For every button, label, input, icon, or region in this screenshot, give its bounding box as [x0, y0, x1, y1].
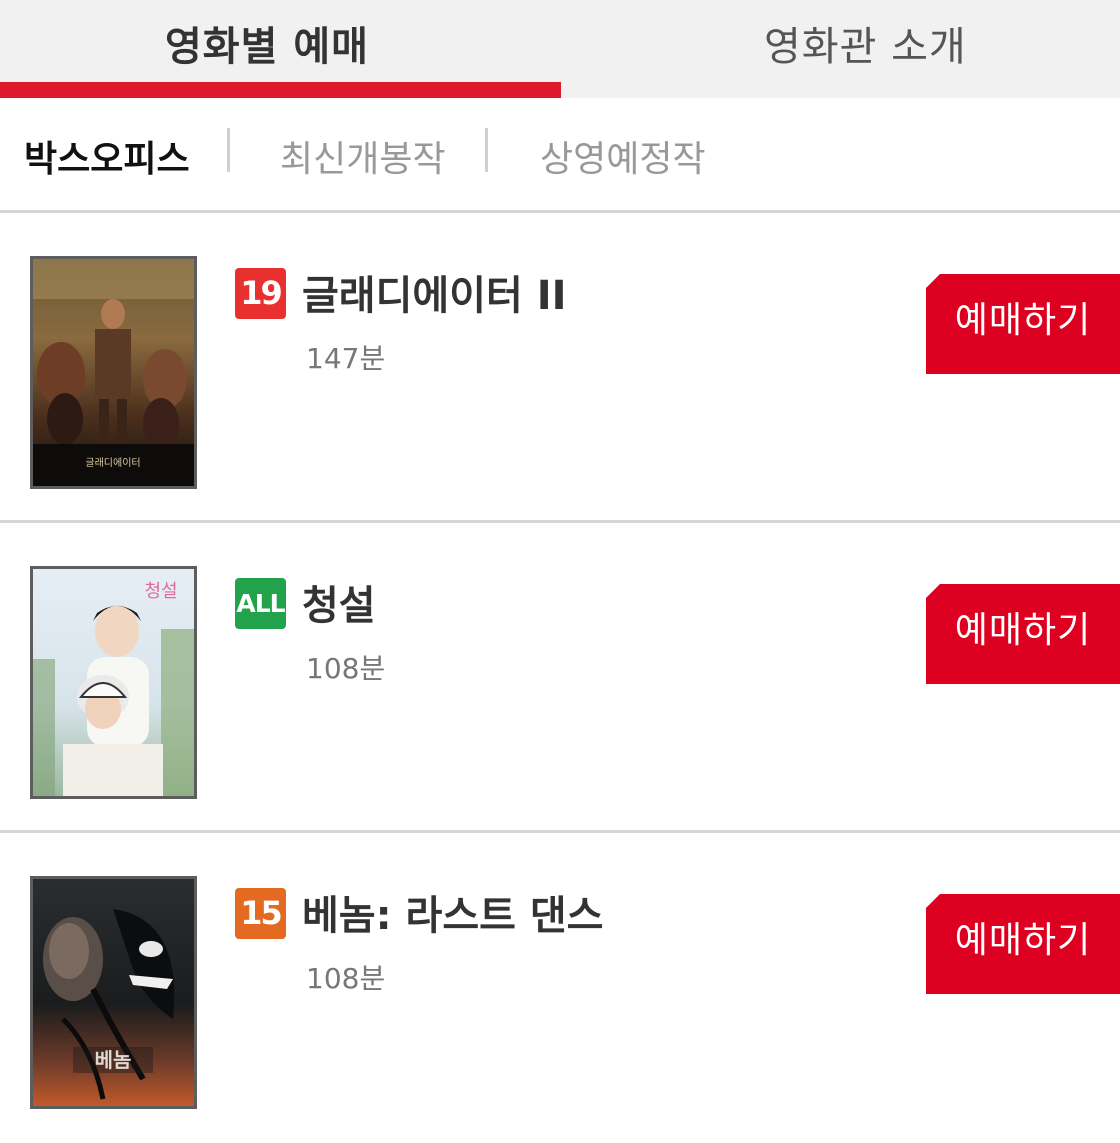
movie-duration: 108분 — [306, 962, 386, 995]
tab-by-movie-label: 영화별 예매 — [165, 24, 369, 70]
poster-title-text: 청설 — [144, 581, 177, 602]
book-button[interactable]: 예매하기 — [926, 894, 1120, 994]
movie-duration: 108분 — [306, 652, 386, 685]
subtab-upcoming[interactable]: 상영예정작 — [540, 130, 706, 182]
active-tab-indicator — [0, 82, 561, 98]
poster-title-text: 글래디에이터 — [85, 457, 140, 469]
subtab-separator — [227, 128, 230, 172]
subtab-box-office[interactable]: 박스오피스 — [24, 130, 190, 182]
book-button[interactable]: 예매하기 — [926, 584, 1120, 684]
age-rating-badge: 19 — [235, 268, 286, 319]
movie-poster[interactable]: 글래디에이터 — [30, 256, 197, 489]
age-rating-badge: 15 — [235, 888, 286, 939]
book-button[interactable]: 예매하기 — [926, 274, 1120, 374]
movie-poster[interactable]: 베놈 — [30, 876, 197, 1109]
tab-theater-intro[interactable]: 영화관 소개 — [560, 0, 1120, 98]
subtab-separator — [485, 128, 488, 172]
poster-venom-image: 베놈 — [33, 879, 194, 1106]
tab-theater-intro-label: 영화관 소개 — [764, 24, 967, 70]
top-tab-bar: 영화별 예매 영화관 소개 — [0, 0, 1120, 98]
movie-row: 글래디에이터 19 글래디에이터 II 147분 예매하기 — [0, 213, 1120, 523]
movie-row: 베놈 15 베놈: 라스트 댄스 108분 예매하기 — [0, 833, 1120, 1143]
age-rating-badge: ALL — [235, 578, 286, 629]
sub-tab-bar: 박스오피스 최신개봉작 상영예정작 — [0, 98, 1120, 210]
subtab-latest[interactable]: 최신개봉작 — [280, 130, 446, 182]
poster-listen-image: 청설 — [33, 569, 194, 796]
movie-poster[interactable]: 청설 — [30, 566, 197, 799]
movie-duration: 147분 — [306, 342, 386, 375]
movie-title[interactable]: 베놈: 라스트 댄스 — [302, 883, 603, 941]
movie-row: 청설 ALL 청설 108분 예매하기 — [0, 523, 1120, 833]
poster-title-text: 베놈 — [95, 1048, 132, 1072]
movie-title[interactable]: 청설 — [302, 573, 376, 631]
poster-gladiator-image: 글래디에이터 — [33, 259, 194, 486]
movie-title[interactable]: 글래디에이터 II — [302, 263, 567, 321]
